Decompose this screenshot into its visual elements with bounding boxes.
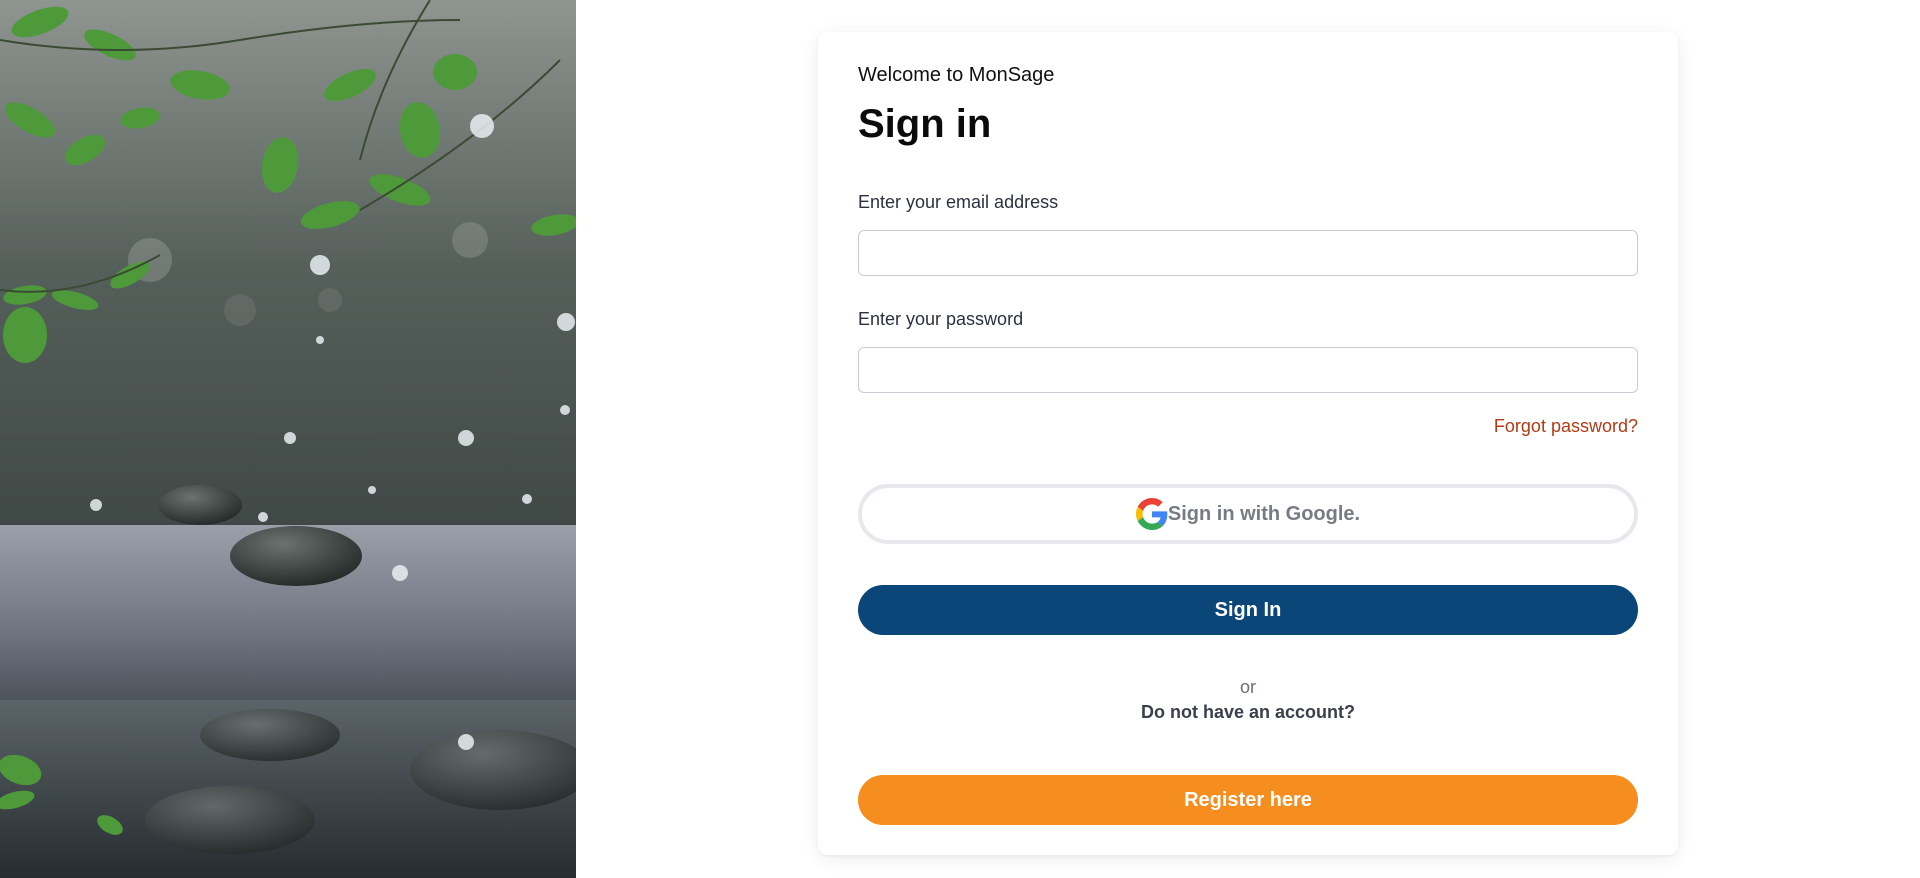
register-button[interactable]: Register here [858,775,1638,825]
forgot-password-link[interactable]: Forgot password? [1494,416,1638,437]
sign-in-button[interactable]: Sign In [858,585,1638,635]
email-field[interactable] [858,230,1638,276]
password-field[interactable] [858,347,1638,393]
no-account-text: Do not have an account? [1140,702,1356,722]
welcome-text: Welcome to MonSage [858,64,1055,86]
hero-image [0,0,576,878]
google-icon [1135,498,1168,530]
email-label: Enter your email address [858,192,1059,212]
password-label: Enter your password [858,309,1024,329]
page-title: Sign in [858,102,992,146]
sign-in-card: Welcome to MonSage Sign in Enter your em… [818,32,1678,855]
google-button-label: Sign in with Google. [1167,502,1361,525]
google-sign-in-button[interactable]: Sign in with Google. [858,484,1638,544]
or-divider-text: or [1239,677,1256,697]
